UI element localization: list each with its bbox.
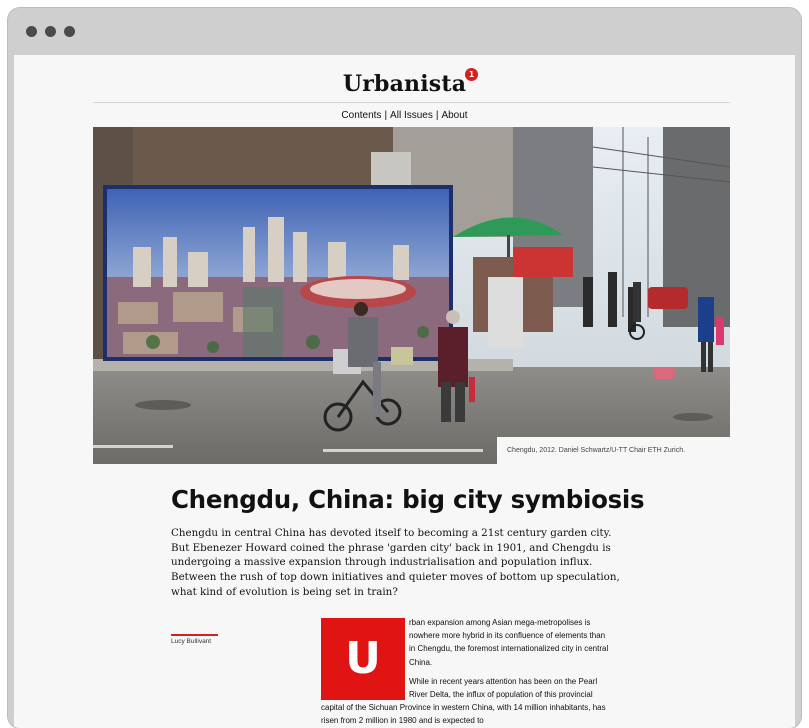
author-byline[interactable]: Lucy Bullivant bbox=[171, 638, 211, 645]
window-titlebar bbox=[8, 8, 801, 54]
nav-separator: | bbox=[384, 110, 388, 121]
notification-badge[interactable]: 1 bbox=[465, 68, 479, 81]
window-close-button[interactable] bbox=[26, 26, 37, 37]
site-logo-text: Urbanista bbox=[342, 71, 467, 97]
header-divider bbox=[93, 102, 730, 103]
site-logo[interactable]: Urbanista 1 bbox=[342, 68, 479, 97]
hero-photo: Chengdu, 2012. Daniel Schwartz/U-TT Chai… bbox=[93, 127, 730, 464]
nav-link-about[interactable]: About bbox=[441, 110, 467, 121]
drop-cap-spacer bbox=[321, 616, 409, 698]
site-header: Urbanista 1 bbox=[14, 68, 795, 97]
street-scene-image bbox=[93, 127, 730, 464]
article-body: rban expansion among Asian mega-metropol… bbox=[321, 616, 611, 728]
main-nav: Contents | All Issues | About bbox=[14, 110, 795, 121]
nav-separator: | bbox=[435, 110, 439, 121]
article-title: Chengdu, China: big city symbiosis bbox=[171, 485, 645, 514]
author-accent-rule bbox=[171, 634, 218, 636]
nav-link-all-issues[interactable]: All Issues bbox=[390, 110, 433, 121]
nav-link-contents[interactable]: Contents bbox=[341, 110, 381, 121]
web-page: Urbanista 1 Contents | All Issues | About bbox=[14, 55, 795, 728]
window-zoom-button[interactable] bbox=[64, 26, 75, 37]
window-minimize-button[interactable] bbox=[45, 26, 56, 37]
browser-window: Urbanista 1 Contents | All Issues | About bbox=[8, 8, 801, 728]
photo-caption: Chengdu, 2012. Daniel Schwartz/U-TT Chai… bbox=[497, 437, 730, 464]
article-intro: Chengdu in central China has devoted its… bbox=[171, 527, 620, 598]
